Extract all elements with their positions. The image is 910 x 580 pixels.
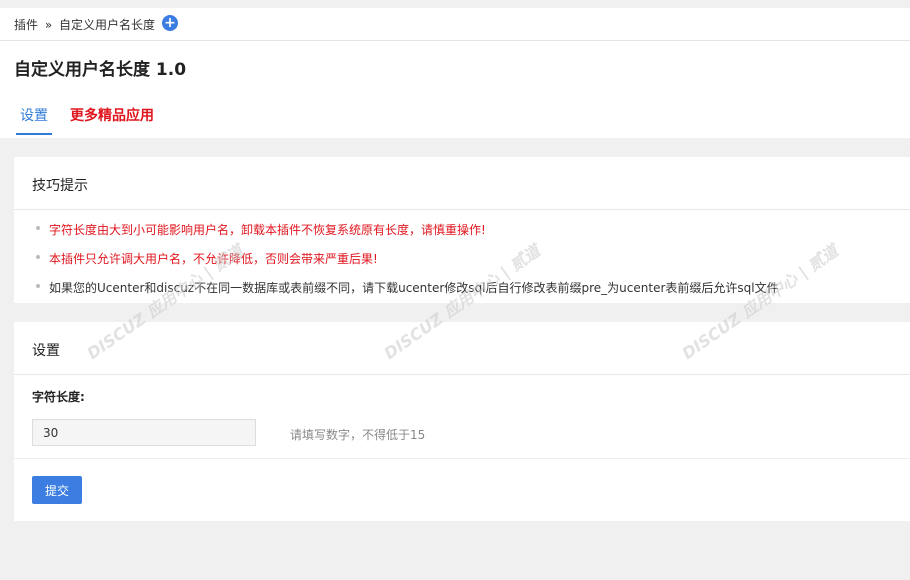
length-field-hint: 请填写数字，不得低于15 <box>290 428 426 442</box>
breadcrumb-root[interactable]: 插件 <box>14 18 38 32</box>
tab-settings[interactable]: 设置 <box>16 101 52 135</box>
tab-more-apps[interactable]: 更多精品应用 <box>66 101 158 133</box>
settings-title: 设置 <box>32 343 60 359</box>
bullet-icon <box>36 225 40 230</box>
page-header: 自定义用户名长度 1.0 设置 更多精品应用 <box>0 41 910 138</box>
bullet-icon <box>36 254 40 259</box>
breadcrumb-current: 自定义用户名长度 <box>59 18 156 32</box>
tip-item: 本插件只允许调大用户名，不允许降低，否则会带来严重后果! <box>36 250 378 267</box>
settings-header: 设置 <box>14 322 910 375</box>
add-icon[interactable]: + <box>162 15 178 31</box>
length-field-label: 字符长度: <box>32 390 85 404</box>
settings-panel: 设置 字符长度: 请填写数字，不得低于15 提交 <box>14 322 910 521</box>
tips-title: 技巧提示 <box>32 178 88 194</box>
breadcrumb: 插件 » 自定义用户名长度 <box>14 16 155 33</box>
tip-item: 如果您的Ucenter和discuz不在同一数据库或表前缀不同，请下载ucent… <box>36 279 779 296</box>
length-input[interactable] <box>32 419 256 446</box>
tips-panel: 技巧提示 字符长度由大到小可能影响用户名，卸载本插件不恢复系统原有长度，请慎重操… <box>14 157 910 303</box>
tip-text: 字符长度由大到小可能影响用户名，卸载本插件不恢复系统原有长度，请慎重操作! <box>49 223 486 237</box>
top-bar: 插件 » 自定义用户名长度 + <box>0 8 910 41</box>
tip-item: 字符长度由大到小可能影响用户名，卸载本插件不恢复系统原有长度，请慎重操作! <box>36 221 486 238</box>
page-title: 自定义用户名长度 1.0 <box>14 60 187 80</box>
breadcrumb-separator: » <box>44 18 53 32</box>
tip-text: 如果您的Ucenter和discuz不在同一数据库或表前缀不同，请下载ucent… <box>49 281 779 295</box>
tip-text: 本插件只允许调大用户名，不允许降低，否则会带来严重后果! <box>49 252 378 266</box>
submit-button[interactable]: 提交 <box>32 476 82 504</box>
divider <box>14 458 910 459</box>
tips-header: 技巧提示 <box>14 157 910 210</box>
bullet-icon <box>36 283 40 288</box>
